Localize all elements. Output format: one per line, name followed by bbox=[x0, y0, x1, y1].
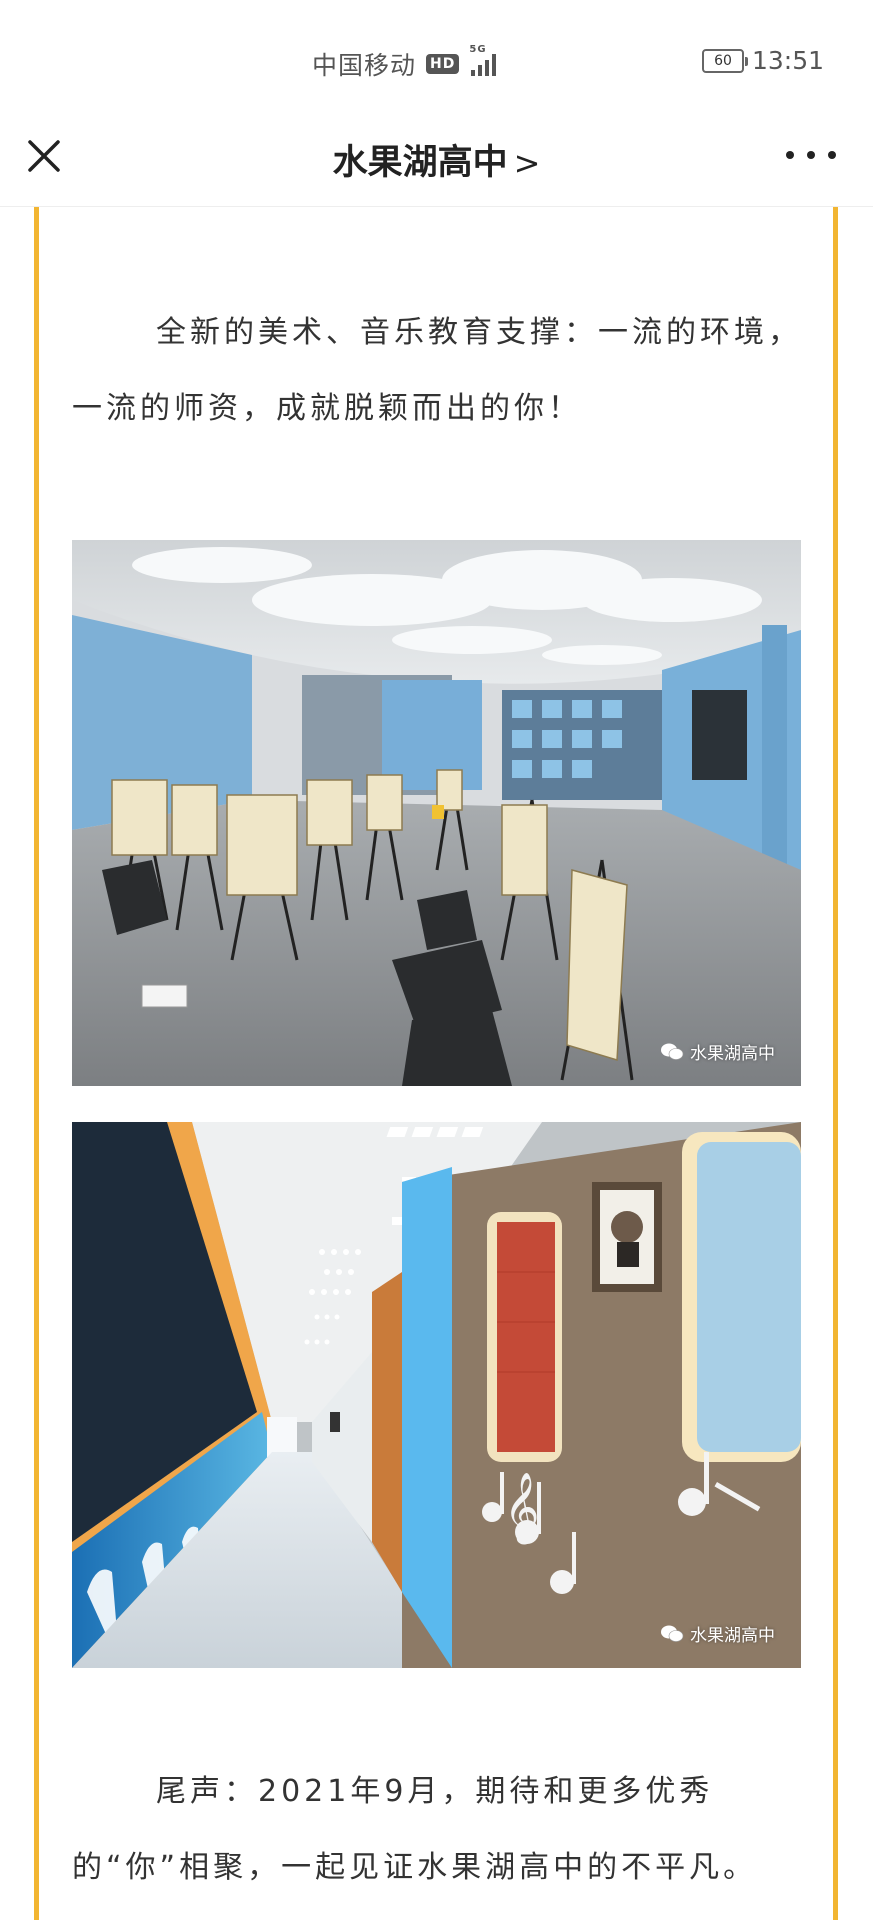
art-studio-image bbox=[72, 540, 801, 1086]
more-dots-icon bbox=[786, 151, 794, 159]
paragraph-closing-text: 尾声：2021年9月，期待和更多优秀的“你”相聚，一起见证水果湖高中的不平凡。 bbox=[72, 1774, 758, 1885]
image-watermark: 水果湖高中 bbox=[660, 1039, 775, 1064]
music-corridor-photo[interactable]: 𝄞 水果湖高中 bbox=[72, 1122, 801, 1668]
more-button[interactable] bbox=[786, 140, 836, 170]
watermark-text: 水果湖高中 bbox=[690, 1626, 775, 1646]
accent-border-right bbox=[833, 207, 838, 1920]
image-watermark: 水果湖高中 bbox=[660, 1621, 775, 1646]
paragraph-intro-text: 全新的美术、音乐教育支撑：一流的环境，一流的师资，成就脱颖而出的你！ bbox=[72, 315, 802, 426]
nav-bar: 水果湖高中 > bbox=[0, 110, 873, 207]
wechat-icon bbox=[661, 1043, 684, 1060]
battery-icon: 60 bbox=[702, 48, 748, 73]
battery-time: 60 13:51 bbox=[702, 46, 824, 75]
hd-badge: HD bbox=[426, 54, 460, 74]
account-title[interactable]: 水果湖高中 > bbox=[0, 134, 873, 185]
carrier-name: 中国移动 bbox=[312, 51, 417, 80]
wechat-icon bbox=[661, 1625, 684, 1642]
network-type: 5G bbox=[469, 44, 487, 55]
clock: 13:51 bbox=[752, 46, 825, 75]
art-studio-photo[interactable]: 水果湖高中 bbox=[72, 540, 801, 1086]
paragraph-intro: 全新的美术、音乐教育支撑：一流的环境，一流的师资，成就脱颖而出的你！ bbox=[72, 295, 802, 447]
status-bar: 中国移动 HD 5G 60 13:51 bbox=[0, 0, 873, 110]
svg-text:𝄞: 𝄞 bbox=[504, 1472, 539, 1544]
chevron-right-icon: > bbox=[513, 144, 541, 182]
account-name: 水果湖高中 bbox=[332, 143, 508, 183]
carrier-info: 中国移动 HD 5G bbox=[312, 44, 497, 82]
signal-icon: 5G bbox=[469, 44, 497, 76]
music-corridor-image: 𝄞 bbox=[72, 1122, 801, 1668]
paragraph-closing: 尾声：2021年9月，期待和更多优秀的“你”相聚，一起见证水果湖高中的不平凡。 bbox=[72, 1754, 802, 1906]
article-body: 全新的美术、音乐教育支撑：一流的环境，一流的师资，成就脱颖而出的你！ 水果湖高中… bbox=[0, 207, 873, 1920]
accent-border-left bbox=[34, 207, 39, 1920]
watermark-text: 水果湖高中 bbox=[690, 1044, 775, 1064]
